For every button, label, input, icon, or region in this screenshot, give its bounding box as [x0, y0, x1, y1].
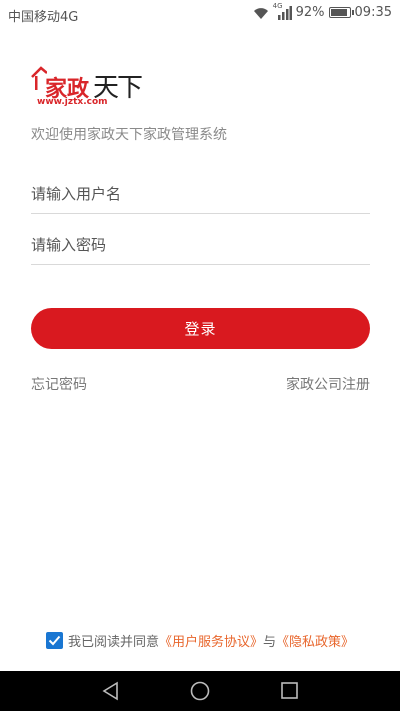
wifi-icon	[253, 7, 268, 19]
back-triangle-icon[interactable]	[101, 681, 121, 701]
agreement-prefix: 我已阅读并同意	[68, 635, 160, 650]
password-input[interactable]	[31, 226, 370, 265]
carrier-label: 中国移动4G	[8, 10, 79, 25]
navigation-bar	[0, 671, 400, 711]
service-agreement-link[interactable]: 《用户服务协议》	[159, 631, 263, 650]
clock: 09:35	[354, 5, 392, 20]
welcome-text: 欢迎使用家政天下家政管理系统	[31, 127, 227, 143]
network-tag: 4G	[272, 1, 283, 10]
agreement-and: 与	[263, 635, 277, 650]
app-logo: 家政 天下 www.jztx.com	[31, 65, 151, 115]
agreement-checkbox[interactable]	[46, 632, 63, 649]
status-icons: 4G 92% 09:35	[252, 2, 392, 20]
agreement-row: 我已阅读并同意 《用户服务协议》 与 《隐私政策》	[46, 631, 354, 650]
battery-icon	[328, 7, 354, 18]
signal-icon: 4G	[273, 2, 292, 20]
logo-url: www.jztx.com	[37, 97, 108, 107]
forgot-password-link[interactable]: 忘记密码	[31, 374, 87, 394]
login-button[interactable]: 登录	[31, 308, 370, 349]
checkmark-icon	[48, 635, 61, 646]
username-input[interactable]	[31, 175, 370, 214]
status-bar: 中国移动4G 4G 92% 09:35	[0, 0, 400, 28]
recents-square-icon[interactable]	[280, 681, 300, 701]
company-register-link[interactable]: 家政公司注册	[286, 374, 370, 394]
home-circle-icon[interactable]	[189, 681, 211, 703]
battery-percent: 92%	[295, 5, 325, 20]
privacy-policy-link[interactable]: 《隐私政策》	[276, 631, 354, 650]
